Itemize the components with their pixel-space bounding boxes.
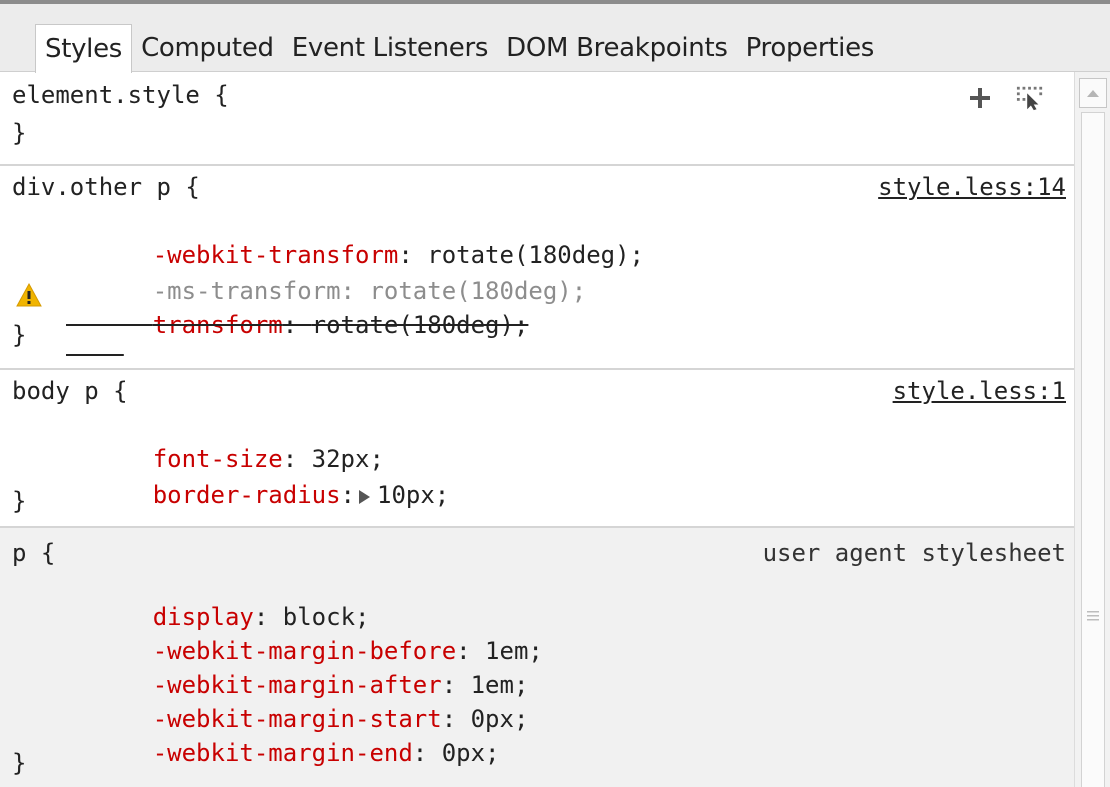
property-row-expandable[interactable]: border-radius: 10px; <box>66 450 450 509</box>
tab-computed[interactable]: Computed <box>132 24 283 72</box>
property-row[interactable]: font-size: 32px; <box>66 414 384 473</box>
source-link[interactable]: style.less:1 <box>893 376 1066 406</box>
property-name[interactable]: transform <box>153 311 283 339</box>
property-name[interactable]: border-radius <box>153 481 341 509</box>
property-value[interactable]: 10px; <box>377 481 449 509</box>
property-value[interactable]: rotate(180deg); <box>312 311 529 339</box>
property-value: 0px; <box>441 739 500 767</box>
scrollbar-thumb[interactable] <box>1081 112 1105 787</box>
property-row[interactable]: -webkit-transform: rotate(180deg); <box>66 210 644 269</box>
scroll-up-button[interactable] <box>1079 78 1107 108</box>
vertical-scrollbar[interactable] <box>1074 72 1110 787</box>
property-row: -webkit-margin-after: 1em; <box>152 671 529 699</box>
grip-icon <box>1087 608 1099 622</box>
tab-event-listeners[interactable]: Event Listeners <box>283 24 497 72</box>
tab-styles[interactable]: Styles <box>35 24 133 73</box>
rule-close-brace: } <box>12 487 27 515</box>
rule-close-brace: } <box>12 119 27 147</box>
property-row: display: block; <box>152 603 370 631</box>
property-row: -webkit-margin-start: 0px; <box>152 705 529 733</box>
property-row: -webkit-margin-before: 1em; <box>152 637 543 665</box>
warning-icon <box>16 282 44 310</box>
rule-close-brace: } <box>12 321 27 349</box>
rule-div-other-p: div.other p { style.less:14 -webkit-tran… <box>0 166 1074 370</box>
rule-selector[interactable]: div.other p { <box>12 172 200 202</box>
tab-properties[interactable]: Properties <box>737 24 883 72</box>
property-row-overridden[interactable]: transform: rotate(180deg); <box>66 280 529 339</box>
rule-selector[interactable]: body p { <box>12 376 128 406</box>
tab-strip: Styles Computed Event Listeners DOM Brea… <box>35 24 883 73</box>
property-row-inactive[interactable]: -ms-transform: rotate(180deg); <box>66 246 587 305</box>
expand-triangle-icon[interactable] <box>357 482 373 504</box>
style-toolbar <box>966 84 1044 112</box>
property-row: -webkit-margin-end: 0px; <box>152 739 500 767</box>
rule-body-p: body p { style.less:1 font-size: 32px; b… <box>0 370 1074 528</box>
rule-close-brace: } <box>12 749 27 777</box>
source-label: user agent stylesheet <box>762 539 1066 567</box>
element-state-icon[interactable] <box>1016 84 1044 112</box>
styles-pane: element.style { } div.other p {style.le… <box>0 72 1074 787</box>
tab-dom-breakpoints[interactable]: DOM Breakpoints <box>497 24 736 72</box>
property-name: -webkit-margin-end <box>152 739 413 767</box>
sidebar-tab-bar: Styles Computed Event Listeners DOM Brea… <box>0 4 1110 73</box>
rule-selector: p { <box>12 539 56 567</box>
plus-icon[interactable] <box>966 84 994 112</box>
source-link[interactable]: style.less:14 <box>878 172 1066 202</box>
rule-selector[interactable]: element.style { <box>12 80 229 110</box>
rule-p-user-agent: p { user agent stylesheet display: block… <box>0 528 1074 787</box>
rule-element-style: element.style { } <box>0 72 1074 166</box>
